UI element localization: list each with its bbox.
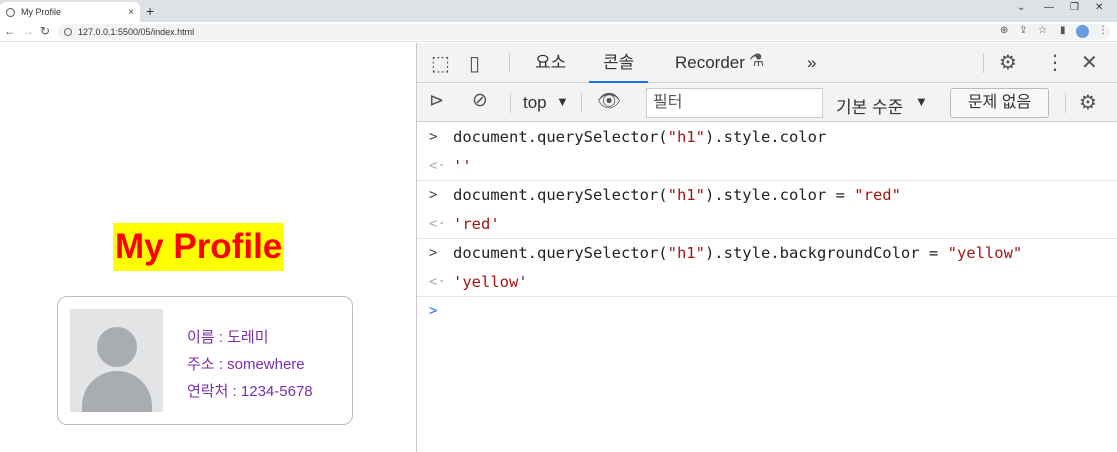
close-devtools-icon[interactable]: ✕ xyxy=(1081,50,1098,75)
sidebar-icon[interactable]: ▮ xyxy=(1060,25,1066,36)
forward-icon[interactable]: → xyxy=(22,24,34,38)
console-result: '' xyxy=(453,157,472,175)
name-line: 이름 : 도레미 xyxy=(187,329,269,346)
more-tabs-icon[interactable]: » xyxy=(807,43,816,83)
avatar-body-shape xyxy=(82,371,152,412)
chevron-down-icon: ▼ xyxy=(556,94,569,109)
phone-line: 연락처 : 1234-5678 xyxy=(187,383,313,400)
tab-elements[interactable]: 요소 xyxy=(535,43,566,83)
console-toolbar: ⊳ ⊘ top ▼ 👁 필터 기본 수준 ▼ 문제 없음 ⚙ xyxy=(417,84,1117,122)
console-command: document.querySelector("h1").style.backg… xyxy=(453,244,1023,262)
context-selector[interactable]: top xyxy=(523,93,547,113)
close-window-button[interactable]: ✕ xyxy=(1095,2,1103,13)
zoom-icon[interactable]: ⊕ xyxy=(1000,25,1008,36)
console-result: 'red' xyxy=(453,215,500,233)
reload-icon[interactable]: ↻ xyxy=(40,24,50,38)
back-icon[interactable]: ← xyxy=(4,24,16,38)
log-level-selector[interactable]: 기본 수준 xyxy=(836,93,903,118)
menu-icon[interactable]: ⋮ xyxy=(1098,25,1108,36)
console-prompt-row[interactable]: > xyxy=(417,297,1117,326)
web-page: My Profile 이름 : 도레미 주소 : somewhere 연락처 :… xyxy=(0,43,416,452)
restore-button[interactable]: ❐ xyxy=(1070,2,1079,13)
filter-input[interactable]: 필터 xyxy=(646,88,823,118)
inspect-element-icon[interactable]: ⬚ xyxy=(431,51,450,76)
avatar-head-shape xyxy=(97,327,137,367)
divider xyxy=(581,93,582,113)
tab-console[interactable]: 콘솔 xyxy=(589,43,649,83)
sidebar-toggle-icon[interactable]: ⊳ xyxy=(429,90,444,111)
return-arrow-icon: <· xyxy=(429,216,446,232)
site-info-icon[interactable] xyxy=(64,28,72,36)
console-output-row: <· 'red' xyxy=(417,210,1117,239)
return-arrow-icon: <· xyxy=(429,274,446,290)
new-tab-button[interactable]: + xyxy=(146,3,154,19)
tab-title: My Profile xyxy=(21,7,62,17)
tab-search-icon[interactable]: ⌄ xyxy=(1017,2,1025,13)
more-options-icon[interactable]: ⋮ xyxy=(1045,50,1065,75)
settings-gear-icon[interactable]: ⚙ xyxy=(999,50,1017,75)
devtools-panel: ⬚ ▯ 요소 콘솔 Recorder ⚗ » ⚙ ⋮ ✕ ⊳ ⊘ top ▼ 👁… xyxy=(416,43,1117,452)
input-prompt-icon: > xyxy=(429,245,438,261)
eye-icon[interactable]: 👁 xyxy=(597,89,621,113)
address-bar[interactable]: 127.0.0.1:5500/05/index.html xyxy=(58,24,1110,40)
console-command: document.querySelector("h1").style.color… xyxy=(453,186,901,204)
active-prompt-icon: > xyxy=(429,303,438,319)
return-arrow-icon: <· xyxy=(429,158,446,174)
console-output-row: <· '' xyxy=(417,152,1117,181)
page-heading: My Profile xyxy=(113,223,285,271)
console-input-row: > document.querySelector("h1").style.back… xyxy=(417,239,1117,268)
tab-recorder[interactable]: Recorder xyxy=(675,43,745,83)
flask-icon: ⚗ xyxy=(749,51,765,70)
chevron-down-icon: ▼ xyxy=(915,94,928,109)
divider xyxy=(509,53,510,73)
divider xyxy=(1065,93,1066,113)
globe-icon xyxy=(6,7,15,17)
share-icon[interactable]: ⇪ xyxy=(1019,25,1027,36)
console-log: > document.querySelector("h1").style.colo… xyxy=(417,123,1117,326)
minimize-button[interactable]: — xyxy=(1044,2,1054,13)
clear-console-icon[interactable]: ⊘ xyxy=(472,89,488,112)
device-toolbar-icon[interactable]: ▯ xyxy=(469,51,480,76)
console-output-row: <· 'yellow' xyxy=(417,268,1117,297)
divider xyxy=(510,93,511,113)
browser-tab[interactable]: My Profile × xyxy=(0,2,140,22)
close-tab-icon[interactable]: × xyxy=(128,7,134,18)
profile-avatar[interactable] xyxy=(1076,25,1089,38)
toolbar: ← → ↻ 127.0.0.1:5500/05/index.html ⊕ ⇪ ☆… xyxy=(0,22,1117,42)
console-input-row: > document.querySelector("h1").style.colo… xyxy=(417,181,1117,210)
console-settings-icon[interactable]: ⚙ xyxy=(1079,90,1097,115)
address-line: 주소 : somewhere xyxy=(187,356,305,373)
url-text: 127.0.0.1:5500/05/index.html xyxy=(78,27,195,37)
divider xyxy=(983,53,984,73)
profile-photo xyxy=(70,309,163,412)
profile-card: 이름 : 도레미 주소 : somewhere 연락처 : 1234-5678 xyxy=(57,296,353,425)
tab-strip: My Profile × + ⌄ — ❐ ✕ xyxy=(0,0,1117,22)
console-input-row: > document.querySelector("h1").style.colo… xyxy=(417,123,1117,152)
console-result: 'yellow' xyxy=(453,273,528,291)
console-command: document.querySelector("h1").style.color xyxy=(453,128,827,146)
bookmark-star-icon[interactable]: ☆ xyxy=(1038,25,1047,36)
input-prompt-icon: > xyxy=(429,187,438,203)
input-prompt-icon: > xyxy=(429,129,438,145)
devtools-tabbar: ⬚ ▯ 요소 콘솔 Recorder ⚗ » ⚙ ⋮ ✕ xyxy=(417,43,1117,83)
issues-button[interactable]: 문제 없음 xyxy=(950,88,1049,118)
